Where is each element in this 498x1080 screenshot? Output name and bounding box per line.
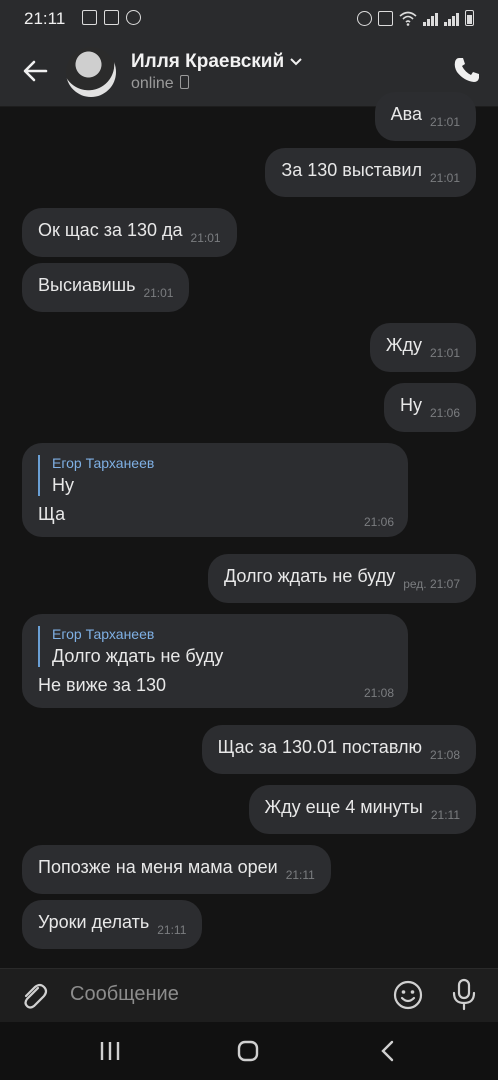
sync-notification-icon [126,10,141,25]
message-time: 21:06 [363,515,394,529]
message-composer: Сообщение [0,968,498,1023]
emoji-icon[interactable] [392,979,424,1011]
message-time: 21:11 [430,808,460,822]
message-incoming[interactable]: Уроки делать 21:11 [22,900,203,949]
message-text: Щас за 130.01 поставлю [217,737,422,757]
system-icons [357,10,474,26]
message-input[interactable]: Сообщение [70,983,179,1006]
recents-icon[interactable] [96,1038,124,1064]
message-time: 21:06 [429,406,460,420]
message-text: Попозже на меня мама ореи [38,857,278,877]
message-text: Ава [390,104,422,124]
message-text: Не виже за 130 [38,675,166,695]
message-text: Жду еще 4 минуты [264,797,423,817]
system-navigation-bar [0,1022,498,1080]
message-outgoing[interactable]: Ну 21:06 [383,383,476,432]
message-outgoing[interactable]: Жду еще 4 минуты 21:11 [248,785,476,834]
contact-status-text: online [131,75,174,92]
message-incoming[interactable]: Высиавишь 21:01 [22,263,190,312]
chevron-left-icon[interactable] [374,1038,402,1064]
contact-name-text: Илля Краевский [131,51,285,72]
reply-text: Долго ждать не буду [52,646,224,666]
notification-icons [82,10,141,25]
avatar[interactable] [66,47,116,97]
alarm-icon [357,11,372,26]
reply-quote[interactable]: Егор Тарханеев Ну [38,455,392,496]
message-text: Ща [38,504,66,524]
message-incoming[interactable]: Попозже на меня мама ореи 21:11 [22,845,331,894]
message-outgoing[interactable]: Долго ждать не буду ред. 21:07 [207,554,476,603]
message-time: 21:01 [190,231,221,245]
reply-quote[interactable]: Егор Тарханеев Долго ждать не буду [38,626,392,667]
mobile-device-icon [179,75,189,89]
mute-icon [378,11,393,26]
contact-status: online [131,75,189,93]
message-time: 21:08 [429,748,460,762]
microphone-icon[interactable] [450,978,478,1012]
message-text: Ок щас за 130 да [38,220,183,240]
message-incoming-reply[interactable]: Егор Тарханеев Долго ждать не буду Не ви… [22,614,408,708]
message-time: 21:11 [157,923,187,937]
message-text: Высиавишь [38,275,136,295]
wifi-icon [399,11,417,26]
message-time: 21:01 [143,286,174,300]
signal-icon [423,13,438,26]
image-notification-icon [82,10,97,25]
message-text: Жду [385,335,422,355]
message-incoming[interactable]: Ок щас за 130 да 21:01 [22,208,237,257]
paperclip-icon[interactable] [18,980,50,1012]
message-outgoing[interactable]: За 130 выставил 21:01 [265,148,476,197]
message-time: 21:11 [285,868,315,882]
message-text: Долго ждать не буду [223,566,396,586]
home-icon[interactable] [234,1038,262,1064]
music-notification-icon [104,10,119,25]
message-time: 21:08 [363,686,394,700]
reply-text: Ну [52,475,74,495]
status-time: 21:11 [24,9,66,28]
message-outgoing[interactable]: Жду 21:01 [369,323,476,372]
reply-author: Егор Тарханеев [52,455,155,471]
message-outgoing[interactable]: Ава 21:01 [374,92,476,141]
message-list[interactable]: Ава 21:01 За 130 выставил 21:01 Ок щас за … [0,92,498,967]
reply-author: Егор Тарханеев [52,626,155,642]
status-bar: 21:11 [0,0,498,38]
message-text: За 130 выставил [281,160,422,180]
message-time: 21:01 [429,115,460,129]
message-incoming-reply[interactable]: Егор Тарханеев Ну Ща 21:06 [22,443,408,537]
signal-2-icon [444,13,459,26]
message-text: Уроки делать [38,912,150,932]
chevron-down-icon [290,58,302,66]
phone-icon[interactable] [452,55,482,85]
message-time: ред. 21:07 [403,577,460,591]
message-outgoing[interactable]: Щас за 130.01 поставлю 21:08 [201,725,476,774]
message-time: 21:01 [429,346,460,360]
contact-name[interactable]: Илля Краевский [131,51,302,73]
message-time: 21:01 [429,171,460,185]
battery-icon [465,10,474,26]
arrow-left-icon[interactable] [18,54,52,88]
message-text: Ну [399,395,422,415]
